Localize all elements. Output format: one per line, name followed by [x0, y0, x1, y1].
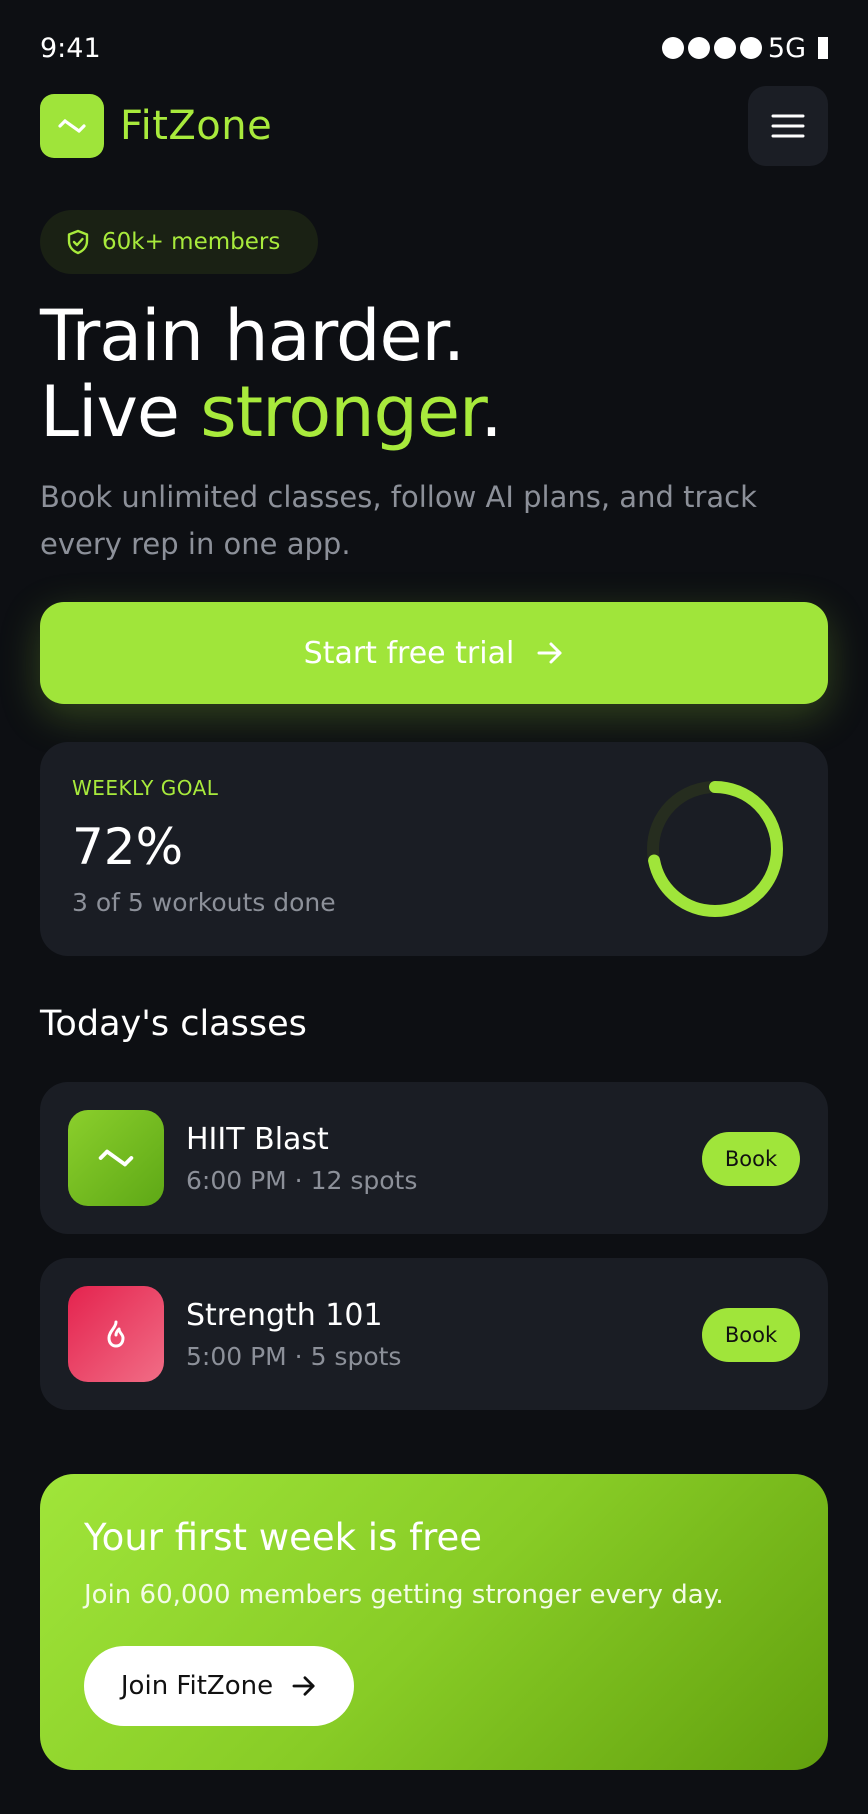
- progress-ring: [647, 781, 783, 917]
- brand[interactable]: FitZone: [40, 94, 272, 158]
- hero-title: Train harder. Live stronger.: [40, 298, 840, 450]
- weekly-goal-value: 72%: [72, 818, 184, 876]
- header: FitZone: [40, 86, 828, 166]
- start-free-trial-button[interactable]: Start free trial: [40, 602, 828, 704]
- battery-icon: [818, 37, 828, 59]
- members-badge: 60k+ members: [40, 210, 318, 274]
- arrow-right-icon: [537, 642, 562, 664]
- hero-title-accent: stronger: [200, 371, 481, 453]
- status-indicators: 5G: [661, 32, 828, 64]
- promo-title: Your first week is free: [84, 1516, 483, 1559]
- weekly-goal-label: WEEKLY GOAL: [72, 776, 219, 800]
- dumbbell-icon: [40, 94, 104, 158]
- brand-name: FitZone: [120, 103, 273, 149]
- weekly-goal-detail: 3 of 5 workouts done: [72, 888, 336, 917]
- menu-button[interactable]: [748, 86, 828, 166]
- hero-title-line2-plain: Live: [40, 371, 201, 453]
- hero-title-line1: Train harder.: [40, 295, 465, 377]
- join-fitzone-button[interactable]: Join FitZone: [84, 1646, 354, 1726]
- signal-strength-icon: [661, 37, 762, 59]
- book-button[interactable]: Book: [702, 1132, 800, 1186]
- hero-title-line2-end: .: [480, 371, 502, 453]
- class-card[interactable]: HIIT Blast 6:00 PM · 12 spots Book: [40, 1082, 828, 1234]
- class-meta: 5:00 PM · 5 spots: [186, 1342, 402, 1371]
- hamburger-menu-icon: [771, 114, 805, 138]
- promo-subtitle: Join 60,000 members getting stronger eve…: [84, 1580, 724, 1610]
- weekly-goal-card: WEEKLY GOAL 72% 3 of 5 workouts done: [40, 742, 828, 956]
- members-badge-label: 60k+ members: [102, 229, 281, 255]
- book-button[interactable]: Book: [702, 1308, 800, 1362]
- hero-subtitle: Book unlimited classes, follow AI plans,…: [40, 480, 757, 561]
- shield-check-icon: [67, 229, 89, 255]
- todays-classes-title: Today's classes: [40, 1004, 307, 1044]
- status-time: 9:41: [40, 32, 101, 64]
- status-bar: 9:41 5G: [40, 30, 828, 66]
- class-meta: 6:00 PM · 12 spots: [186, 1166, 418, 1195]
- class-card[interactable]: Strength 101 5:00 PM · 5 spots Book: [40, 1258, 828, 1410]
- join-button-label: Join FitZone: [120, 1671, 274, 1701]
- arrow-right-icon: [292, 1676, 315, 1696]
- class-name: Strength 101: [186, 1298, 383, 1333]
- flame-icon: [68, 1286, 164, 1382]
- promo-banner: Your first week is free Join 60,000 memb…: [40, 1474, 828, 1770]
- cta-label: Start free trial: [303, 635, 515, 671]
- dumbbell-icon: [68, 1110, 164, 1206]
- network-type: 5G: [767, 32, 806, 64]
- class-name: HIIT Blast: [186, 1122, 329, 1157]
